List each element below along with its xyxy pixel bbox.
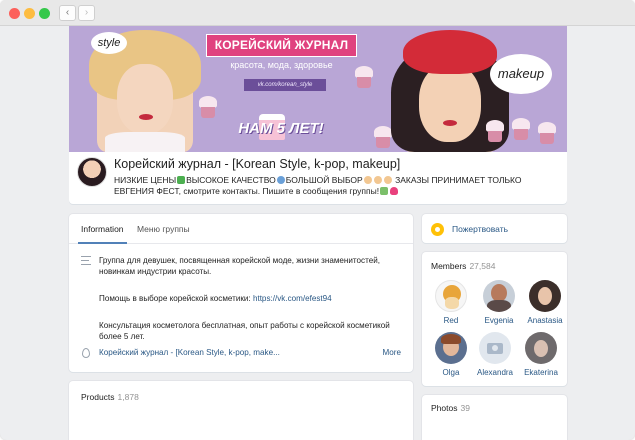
location-pin-icon <box>82 348 90 358</box>
consultation-text: Консультация косметолога бесплатная, опы… <box>99 321 390 341</box>
products-card: Products 1,878 <box>69 381 413 440</box>
cupcake-decoration <box>355 66 373 88</box>
group-avatar[interactable] <box>77 157 107 187</box>
member-name: Olga <box>442 368 460 377</box>
member-name: Anastasia <box>527 316 563 325</box>
description-icon <box>81 256 91 265</box>
cover-banner-title: КОРЕЙСКИЙ ЖУРНАЛ <box>206 34 357 57</box>
cupcake-decoration <box>486 120 504 142</box>
efest-link[interactable]: https://vk.com/efest94 <box>253 294 332 303</box>
tab-group-menu[interactable]: Меню группы <box>137 224 190 234</box>
member-avatar <box>483 280 515 312</box>
member-avatar <box>529 280 561 312</box>
member-avatar <box>479 332 511 364</box>
cupcake-decoration <box>374 126 392 148</box>
info-tabs: Information Меню группы <box>69 214 413 244</box>
thumbs-up-icon <box>373 176 382 184</box>
minimize-window-button[interactable] <box>24 8 35 19</box>
member-item[interactable]: Ekaterina <box>517 332 565 377</box>
member-name: Ekaterina <box>524 368 558 377</box>
chevron-right-icon: › <box>84 7 89 18</box>
member-avatar <box>525 332 557 364</box>
cosmetics-help-text: Помощь в выборе корейской косметики: htt… <box>99 294 332 303</box>
style-speech-bubble: style <box>91 32 127 54</box>
forward-button[interactable]: › <box>78 5 95 21</box>
info-card: Information Меню группы Группа для девуш… <box>69 214 413 372</box>
members-card: Members 27,584 Red Evgenia Anastasia Olg… <box>422 252 567 386</box>
members-title[interactable]: Members 27,584 <box>431 261 495 271</box>
group-cover-image: style КОРЕЙСКИЙ ЖУРНАЛ красота, мода, зд… <box>69 26 567 152</box>
products-count: 1,878 <box>117 392 139 402</box>
back-button[interactable]: ‹ <box>59 5 76 21</box>
member-item[interactable]: Red <box>427 280 475 325</box>
heart-icon <box>390 187 399 195</box>
member-name: Alexandra <box>476 368 514 377</box>
donate-icon <box>431 223 444 236</box>
photos-count: 39 <box>460 403 470 413</box>
photos-title[interactable]: Photos 39 <box>431 403 470 413</box>
donate-card[interactable]: Пожертвовать <box>422 214 567 243</box>
cover-banner-subtitle: красота, мода, здоровье <box>230 60 333 70</box>
member-avatar <box>435 332 467 364</box>
cover-banner-url: vk.com/korean_style <box>244 79 326 91</box>
makeup-speech-bubble: makeup <box>490 54 552 94</box>
title-bar: ‹ › <box>0 0 635 26</box>
browser-window: ‹ › style КОРЕЙСКИЙ ЖУРНАЛ красота, мода… <box>0 0 635 440</box>
cupcake-decoration <box>538 122 556 144</box>
member-item[interactable]: Olga <box>427 332 475 377</box>
active-tab-indicator <box>78 242 127 244</box>
more-link[interactable]: More <box>383 348 401 357</box>
money-icon <box>380 187 389 195</box>
group-status: НИЗКИЕ ЦЕНЫ ВЫСОКОЕ КАЧЕСТВО БОЛЬШОЙ ВЫБОР… <box>114 175 522 196</box>
group-header: Корейский журнал - [Korean Style, k-pop,… <box>69 152 567 204</box>
cover-model-right <box>391 30 509 152</box>
member-item[interactable]: Alexandra <box>471 332 519 377</box>
maximize-window-button[interactable] <box>39 8 50 19</box>
photos-card: Photos 39 <box>422 395 567 440</box>
check-mark-icon <box>177 176 186 184</box>
tab-information[interactable]: Information <box>81 224 124 234</box>
address-link[interactable]: Корейский журнал - [Korean Style, k-pop,… <box>99 348 280 357</box>
donate-button-label: Пожертвовать <box>452 224 509 234</box>
member-name: Evgenia <box>484 316 514 325</box>
chevron-left-icon: ‹ <box>65 7 70 18</box>
products-title[interactable]: Products 1,878 <box>81 392 139 402</box>
member-avatar <box>435 280 467 312</box>
member-name: Red <box>443 316 459 325</box>
anniversary-text: НАМ 5 ЛЕТ! <box>238 120 324 137</box>
close-window-button[interactable] <box>9 8 20 19</box>
cupcake-decoration <box>512 118 530 140</box>
member-item[interactable]: Evgenia <box>475 280 523 325</box>
members-count: 27,584 <box>469 261 496 271</box>
group-name: Корейский журнал - [Korean Style, k-pop,… <box>114 157 401 171</box>
anchor-icon <box>276 176 285 184</box>
cupcake-decoration <box>199 96 217 118</box>
member-item[interactable]: Anastasia <box>521 280 569 325</box>
group-description: Группа для девушек, посвященная корейско… <box>99 256 380 276</box>
thumbs-up-icon <box>383 176 392 184</box>
thumbs-up-icon <box>363 176 372 184</box>
